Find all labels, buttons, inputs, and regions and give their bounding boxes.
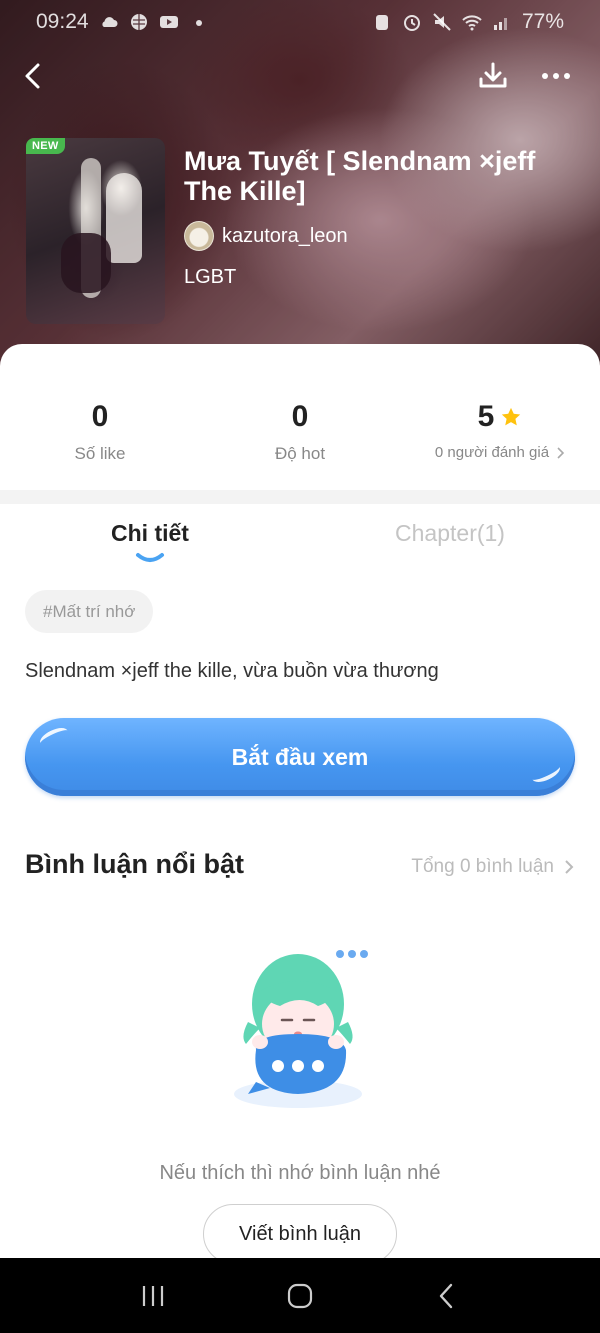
back-button[interactable] (14, 56, 54, 96)
author-link[interactable]: kazutora_leon (184, 221, 348, 251)
new-badge: NEW (26, 138, 65, 154)
button-shine (37, 724, 71, 750)
likes-value: 0 (91, 400, 109, 433)
wifi-icon (462, 12, 482, 32)
system-back-button[interactable] (422, 1271, 472, 1321)
star-icon (502, 407, 521, 426)
battery-percent: 77% (521, 10, 564, 33)
stat-likes: 0 Số like (0, 344, 200, 490)
comments-total-link[interactable]: Tổng 0 bình luận (411, 856, 574, 878)
tab-bar: Chi tiết Chapter(1) (0, 514, 600, 568)
author-avatar (184, 221, 214, 251)
mute-icon (432, 12, 452, 32)
tab-details-label: Chi tiết (111, 520, 189, 546)
recent-apps-icon (143, 1285, 164, 1306)
signal-icon (492, 12, 512, 32)
more-button[interactable] (536, 56, 576, 96)
system-nav-bar (0, 1258, 600, 1333)
button-shine (529, 760, 563, 786)
youtube-icon (159, 12, 179, 32)
home-icon (287, 1283, 313, 1308)
comments-title: Bình luận nổi bật (25, 849, 244, 879)
back-arrow-icon (25, 63, 40, 89)
rating-label: 0 người đánh giá (434, 444, 550, 461)
empty-comments-hint: Nếu thích thì nhớ bình luận nhé (159, 1162, 441, 1184)
rating-value-row: 5 (478, 400, 523, 434)
start-reading-button[interactable]: Bắt đầu xem (25, 718, 575, 796)
write-comment-button[interactable]: Viết bình luận (203, 1204, 397, 1264)
hot-value: 0 (291, 400, 309, 433)
status-bar: 09:24 77% (0, 0, 600, 44)
comments-total: Tổng 0 bình luận (411, 856, 554, 877)
chevron-right-icon (557, 446, 565, 459)
book-cover[interactable] (26, 138, 165, 324)
rating-label-row: 0 người đánh giá (435, 444, 565, 461)
home-button[interactable] (275, 1271, 325, 1321)
chevron-right-icon (565, 860, 574, 874)
tab-details[interactable]: Chi tiết (0, 514, 300, 568)
cover-figure (106, 173, 142, 263)
stat-rating[interactable]: 5 0 người đánh giá (400, 344, 600, 490)
stat-hot: 0 Độ hot (200, 344, 400, 490)
download-button[interactable] (473, 56, 513, 96)
more-dots-icon (542, 73, 570, 79)
notification-dot-icon (189, 12, 209, 32)
stats-row: 0 Số like 0 Độ hot 5 0 người đánh giá (0, 344, 600, 490)
app-notification-icon (372, 12, 392, 32)
status-time: 09:24 (36, 10, 89, 33)
hero-banner: 09:24 77% NEW Mưa Tuyết [Slendnam ×jeff… (0, 0, 600, 380)
recent-apps-button[interactable] (128, 1271, 178, 1321)
tab-chapters[interactable]: Chapter(1) (300, 514, 600, 568)
system-back-icon (439, 1283, 452, 1308)
start-reading-label: Bắt đầu xem (231, 743, 369, 770)
hot-label: Độ hot (274, 444, 326, 463)
tag-chip[interactable]: #Mất trí nhớ (25, 590, 154, 633)
rating-value: 5 (477, 400, 495, 433)
cloud-icon (99, 12, 119, 32)
cover-figure (61, 233, 111, 293)
alarm-icon (402, 12, 422, 32)
story-description: Slendnam ×jeff the kille, vừa buồn vừa t… (25, 660, 439, 682)
download-icon (479, 62, 507, 88)
likes-label: Số like (74, 444, 126, 463)
status-right: 77% (372, 10, 564, 34)
book-title: Mưa Tuyết [ Slendnam ×jeff The Kille] (184, 146, 536, 206)
tab-indicator (136, 553, 164, 562)
status-left: 09:24 (36, 10, 209, 34)
genre-label: LGBT (184, 266, 237, 288)
section-divider (0, 490, 600, 504)
tab-chapters-label: Chapter(1) (395, 520, 505, 546)
detail-sheet: 0 Số like 0 Độ hot 5 0 người đánh giá Ch… (0, 344, 600, 1264)
author-name: kazutora_leon (222, 224, 348, 247)
empty-comments-mascot-icon (234, 950, 368, 1108)
globe-icon (129, 12, 149, 32)
